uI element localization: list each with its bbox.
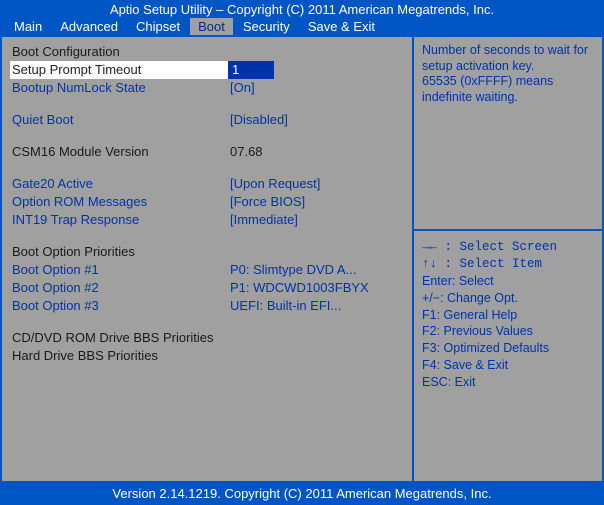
footer-text: Version 2.14.1219. Copyright (C) 2011 Am… — [112, 486, 491, 501]
item-label: Bootup NumLock State — [10, 79, 230, 97]
item-boot-option-3[interactable]: Boot Option #3 UEFI: Built-in EFI... — [10, 297, 408, 315]
key-select-screen: →← : Select Screen — [422, 239, 594, 256]
key-change: +/−: Change Opt. — [422, 290, 594, 307]
key-select-item: ↑↓ : Select Item — [422, 256, 594, 273]
body-area: Boot Configuration Setup Prompt Timeout … — [0, 37, 604, 483]
key-esc: ESC: Exit — [422, 374, 594, 391]
title-bar: Aptio Setup Utility – Copyright (C) 2011… — [0, 0, 604, 18]
key-f1: F1: General Help — [422, 307, 594, 324]
bios-window: Aptio Setup Utility – Copyright (C) 2011… — [0, 0, 604, 505]
tab-security[interactable]: Security — [235, 18, 298, 35]
item-label: Boot Option #3 — [10, 297, 230, 315]
item-label: Boot Option #2 — [10, 279, 230, 297]
item-value: [Upon Request] — [230, 175, 408, 193]
key-f2: F2: Previous Values — [422, 323, 594, 340]
tab-save-exit[interactable]: Save & Exit — [300, 18, 383, 35]
title-text: Aptio Setup Utility – Copyright (C) 2011… — [110, 2, 494, 17]
tab-chipset[interactable]: Chipset — [128, 18, 188, 35]
item-value-selected[interactable]: 1 — [228, 61, 274, 79]
item-int19-trap[interactable]: INT19 Trap Response [Immediate] — [10, 211, 408, 229]
help-text: Number of seconds to wait for setup acti… — [422, 43, 588, 104]
key-f3: F3: Optimized Defaults — [422, 340, 594, 357]
item-setup-prompt-timeout[interactable]: Setup Prompt Timeout 1 — [10, 61, 408, 79]
item-boot-option-1[interactable]: Boot Option #1 P0: Slimtype DVD A... — [10, 261, 408, 279]
item-value: UEFI: Built-in EFI... — [230, 297, 408, 315]
item-label: Setup Prompt Timeout — [10, 61, 228, 79]
section-label: Boot Option Priorities — [10, 243, 230, 261]
item-label: CSM16 Module Version — [10, 143, 230, 161]
item-hd-bbs-priorities[interactable]: Hard Drive BBS Priorities — [10, 347, 408, 365]
item-label: INT19 Trap Response — [10, 211, 230, 229]
item-label: Hard Drive BBS Priorities — [10, 347, 230, 365]
item-value: [Immediate] — [230, 211, 408, 229]
item-label: Option ROM Messages — [10, 193, 230, 211]
item-boot-option-2[interactable]: Boot Option #2 P1: WDCWD1003FBYX — [10, 279, 408, 297]
section-boot-configuration: Boot Configuration — [10, 43, 408, 61]
item-value: [Disabled] — [230, 111, 408, 129]
item-bootup-numlock[interactable]: Bootup NumLock State [On] — [10, 79, 408, 97]
item-label: CD/DVD ROM Drive BBS Priorities — [10, 329, 230, 347]
item-label: Boot Option #1 — [10, 261, 230, 279]
menu-bar: Main Advanced Chipset Boot Security Save… — [0, 18, 604, 37]
item-value: [Force BIOS] — [230, 193, 408, 211]
item-cd-bbs-priorities[interactable]: CD/DVD ROM Drive BBS Priorities — [10, 329, 408, 347]
tab-advanced[interactable]: Advanced — [52, 18, 126, 35]
key-f4: F4: Save & Exit — [422, 357, 594, 374]
key-help: →← : Select Screen ↑↓ : Select Item Ente… — [414, 229, 602, 399]
section-boot-priorities: Boot Option Priorities — [10, 243, 408, 261]
item-quiet-boot[interactable]: Quiet Boot [Disabled] — [10, 111, 408, 129]
item-value: P0: Slimtype DVD A... — [230, 261, 408, 279]
item-help-text: Number of seconds to wait for setup acti… — [414, 37, 602, 229]
help-pane: Number of seconds to wait for setup acti… — [412, 37, 602, 481]
item-option-rom-messages[interactable]: Option ROM Messages [Force BIOS] — [10, 193, 408, 211]
section-label: Boot Configuration — [10, 43, 230, 61]
settings-pane: Boot Configuration Setup Prompt Timeout … — [2, 37, 412, 481]
tab-main[interactable]: Main — [6, 18, 50, 35]
item-value: 07.68 — [230, 143, 408, 161]
item-value: P1: WDCWD1003FBYX — [230, 279, 408, 297]
item-value: [On] — [230, 79, 408, 97]
item-csm16-version: CSM16 Module Version 07.68 — [10, 143, 408, 161]
item-gate20-active[interactable]: Gate20 Active [Upon Request] — [10, 175, 408, 193]
tab-boot[interactable]: Boot — [190, 18, 233, 35]
item-label: Gate20 Active — [10, 175, 230, 193]
item-label: Quiet Boot — [10, 111, 230, 129]
footer-bar: Version 2.14.1219. Copyright (C) 2011 Am… — [0, 483, 604, 505]
key-enter: Enter: Select — [422, 273, 594, 290]
